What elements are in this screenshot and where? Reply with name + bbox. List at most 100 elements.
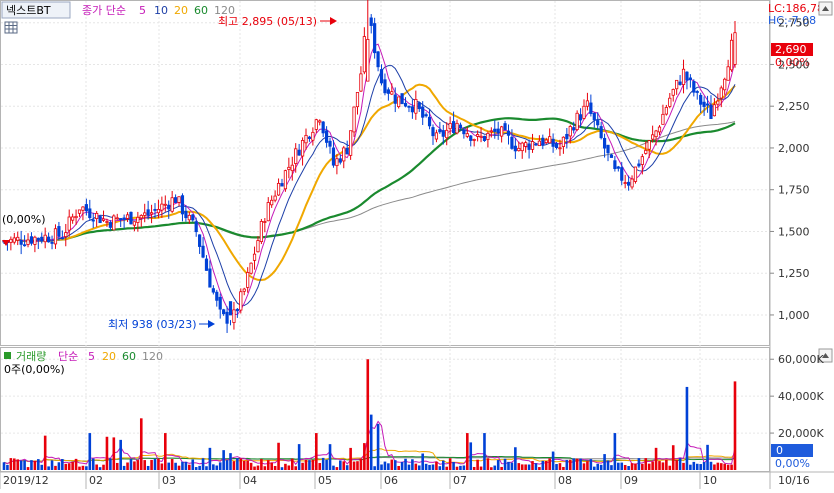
- volume-current-pct: 0,00%: [775, 457, 810, 470]
- volume-bar: [675, 460, 678, 470]
- volume-bar: [177, 465, 181, 470]
- volume-bar: [668, 465, 672, 470]
- volume-bar: [459, 465, 462, 470]
- high-annotation: 최고 2,895 (05/13): [218, 15, 317, 28]
- volume-bar: [709, 461, 713, 470]
- volume-bar: [345, 465, 349, 470]
- date-tick-label: 10: [703, 474, 717, 487]
- price-tick-label: 1,250: [778, 267, 810, 280]
- stock-name: 넥스트BT: [6, 4, 51, 17]
- price-tick-label: 2,000: [778, 142, 810, 155]
- volume-bar: [380, 464, 383, 470]
- volume-bar: [562, 466, 565, 470]
- volume-bar: [692, 461, 696, 470]
- volume-bar: [153, 458, 157, 470]
- volume-bar: [188, 464, 191, 470]
- ma-20-label: 20: [174, 4, 188, 17]
- volume-bar: [64, 463, 68, 470]
- volume-bar: [164, 433, 167, 470]
- volume-tick-label: 60,000K: [778, 353, 824, 366]
- volume-bar: [119, 439, 122, 470]
- volume-bar: [524, 464, 527, 470]
- price-tick-label: 1,000: [778, 309, 810, 322]
- date-tick-label: 08: [558, 474, 572, 487]
- table-view-icon[interactable]: [4, 21, 18, 34]
- volume-bar: [136, 460, 140, 470]
- volume-current-text: 0주(0,00%): [4, 363, 65, 376]
- volume-bar: [713, 464, 716, 470]
- volume-bar: [222, 450, 225, 470]
- volume-bar: [256, 465, 260, 470]
- volume-bar: [359, 458, 363, 470]
- volume-bar: [596, 463, 600, 470]
- volume-bar: [19, 460, 23, 470]
- volume-bar: [496, 460, 500, 470]
- date-tick-label: 09: [624, 474, 638, 487]
- volume-bar: [548, 458, 551, 470]
- volume-bar: [733, 381, 737, 470]
- volume-bar: [479, 466, 483, 470]
- volume-bar: [98, 467, 102, 470]
- volume-bar: [16, 459, 20, 470]
- ma-60-label: 60: [194, 4, 208, 17]
- volume-bar: [366, 359, 370, 470]
- volume-bar: [623, 464, 627, 470]
- volume-bar: [71, 461, 74, 470]
- volume-bar: [404, 458, 407, 470]
- volume-bar: [318, 463, 322, 470]
- volume-bar: [599, 464, 603, 470]
- volume-bar: [445, 466, 449, 470]
- volume-bar: [507, 461, 510, 470]
- volume-bar: [544, 461, 548, 470]
- volume-bar: [315, 433, 318, 470]
- volume-bar: [579, 458, 582, 470]
- volume-bar: [452, 461, 455, 470]
- candle: [482, 135, 487, 142]
- volume-bar: [531, 461, 534, 470]
- volume-bar: [126, 462, 129, 470]
- volume-tick-label: 40,000K: [778, 390, 824, 403]
- volume-bar: [483, 433, 486, 470]
- volume-bar: [122, 465, 126, 470]
- date-tick-label: 03: [162, 474, 176, 487]
- volume-bar: [376, 423, 380, 470]
- volume-bar: [558, 463, 562, 470]
- date-tick-label: 10/16: [778, 474, 810, 487]
- volume-bar: [441, 460, 445, 470]
- scroll-up-button[interactable]: [818, 1, 833, 16]
- volume-bar: [239, 458, 243, 470]
- volume-bar: [610, 465, 613, 470]
- volume-bar: [263, 466, 267, 470]
- volume-bar: [287, 465, 291, 470]
- volume-bar: [301, 462, 304, 470]
- volume-bar: [565, 459, 569, 470]
- volume-bar: [572, 458, 575, 470]
- volume-bar: [50, 460, 54, 470]
- volume-bar: [589, 459, 593, 470]
- price-tick-label: 1,500: [778, 225, 810, 238]
- volume-bar: [129, 459, 133, 470]
- candle: [397, 96, 401, 109]
- ma-10-label: 10: [154, 4, 168, 17]
- price-tick-label: 2,750: [778, 17, 810, 30]
- volume-bar: [30, 460, 33, 470]
- volume-bar: [575, 458, 579, 470]
- volume-bar: [500, 466, 503, 470]
- volume-bar: [270, 462, 273, 470]
- volume-bar: [339, 460, 342, 470]
- volume-bar: [517, 463, 521, 470]
- date-tick-label: 2019/12: [3, 474, 49, 487]
- volume-bar: [414, 463, 418, 470]
- start-pct-label: (0,00%): [2, 213, 46, 226]
- volume-tick-label: 20,000K: [778, 427, 824, 440]
- volume-bar: [328, 444, 332, 470]
- volume-bar: [47, 466, 50, 470]
- volume-bar: [644, 458, 648, 470]
- volume-bar: [112, 437, 116, 470]
- volume-bar: [682, 462, 685, 470]
- volume-bar: [61, 459, 64, 470]
- volume-bar: [369, 414, 373, 470]
- volume-bar: [431, 464, 435, 470]
- volume-bar: [181, 461, 184, 470]
- volume-bar: [349, 447, 352, 470]
